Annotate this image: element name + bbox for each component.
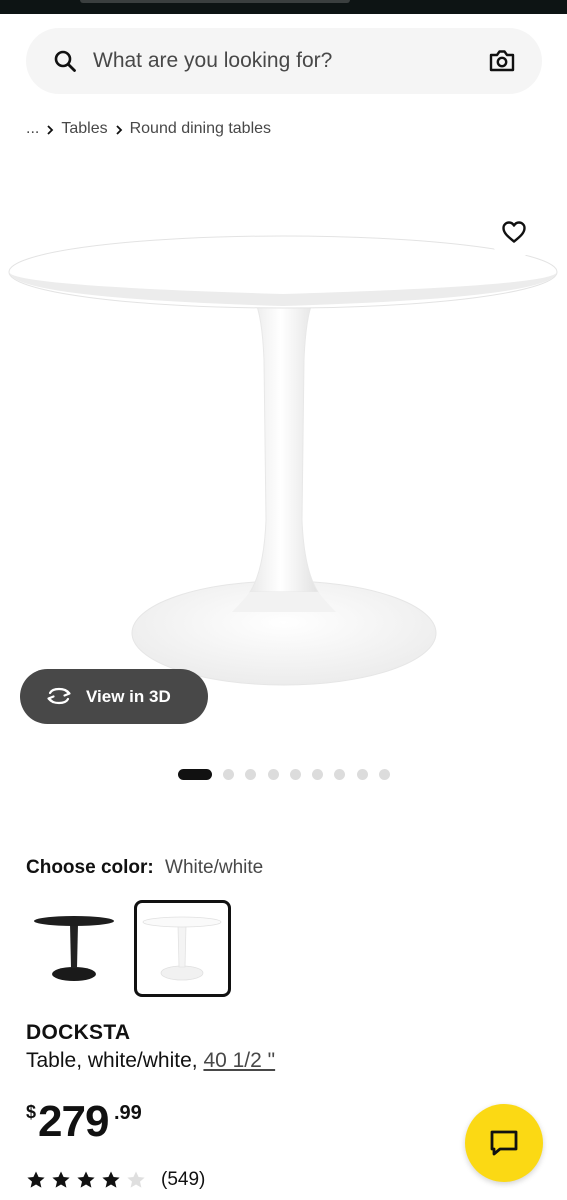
favorite-button[interactable] [488, 206, 540, 258]
chat-bubble-icon [490, 1130, 518, 1156]
product-size-link[interactable]: 40 1/2 " [203, 1049, 275, 1072]
white-table-thumbnail [142, 916, 222, 981]
rotate-3d-icon [47, 687, 71, 705]
carousel-dot[interactable] [312, 768, 324, 780]
color-selector-heading: Choose color: White/white [26, 856, 263, 880]
camera-icon[interactable] [488, 48, 516, 74]
carousel-dot[interactable] [289, 768, 301, 780]
star-filled-icon [27, 1171, 45, 1188]
color-swatch-black[interactable] [26, 900, 123, 997]
price-cents: .99 [114, 1102, 142, 1124]
carousel-dot[interactable] [223, 768, 234, 780]
review-count[interactable]: (549) [161, 1169, 205, 1191]
price-currency: $ [26, 1102, 37, 1122]
star-filled-icon [102, 1171, 120, 1188]
carousel-dot[interactable] [379, 768, 391, 780]
carousel-dots[interactable] [178, 768, 401, 780]
breadcrumb-ellipsis[interactable]: ... [26, 118, 39, 140]
carousel-dot-active[interactable] [178, 768, 212, 780]
product-description: Table, white/white, 40 1/2 " [26, 1047, 275, 1075]
status-strip-handle [80, 0, 350, 3]
price-dollars: 279 [38, 1097, 109, 1146]
chevron-right-icon [39, 121, 61, 138]
color-swatch-white[interactable] [134, 900, 231, 997]
chat-button[interactable] [465, 1104, 543, 1182]
product-rating[interactable]: (549) [26, 1168, 205, 1192]
product-name: DOCKSTA [26, 1021, 131, 1044]
carousel-dot[interactable] [334, 768, 346, 780]
breadcrumb-tables[interactable]: Tables [61, 118, 107, 140]
color-label: Choose color: [26, 857, 154, 878]
carousel-dot[interactable] [356, 768, 368, 780]
black-table-thumbnail [34, 916, 114, 981]
star-filled-icon [52, 1171, 70, 1188]
breadcrumb-round-dining-tables[interactable]: Round dining tables [130, 118, 271, 140]
carousel-dot[interactable] [267, 768, 279, 780]
star-filled-icon [77, 1171, 95, 1188]
search-bar[interactable]: What are you looking for? [26, 28, 542, 94]
carousel-dot[interactable] [245, 768, 257, 780]
color-value: White/white [165, 857, 264, 878]
breadcrumb: ... Tables Round dining tables [26, 118, 271, 140]
search-input[interactable]: What are you looking for? [93, 49, 332, 73]
view-in-3d-label: View in 3D [86, 687, 171, 706]
view-in-3d-button[interactable]: View in 3D [20, 669, 208, 724]
chevron-right-icon [108, 121, 130, 138]
heart-icon [502, 221, 526, 243]
star-empty-icon [127, 1171, 145, 1188]
search-icon[interactable] [53, 49, 77, 73]
status-strip [0, 0, 567, 14]
product-description-text: Table, white/white, [26, 1049, 198, 1072]
